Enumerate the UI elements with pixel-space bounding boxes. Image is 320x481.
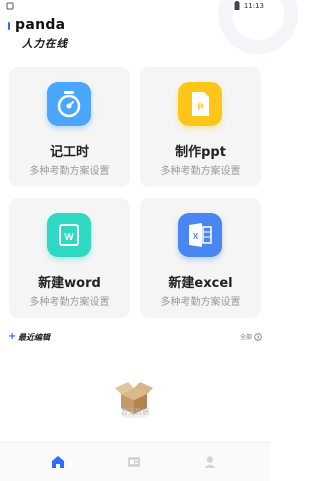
view-all-label: 全部 xyxy=(239,334,252,341)
svg-text:W: W xyxy=(64,232,74,243)
excel-file-icon: X xyxy=(178,213,222,257)
card-title: 制作ppt xyxy=(175,145,226,160)
brand-name: panda xyxy=(15,17,66,33)
card-subtitle: 多种考勤方案设置 xyxy=(29,297,110,308)
tab-profile[interactable] xyxy=(165,443,255,481)
card-title: 新建word xyxy=(38,276,101,291)
recent-section-header: + 最近编辑 全部 xyxy=(8,331,262,345)
stopwatch-icon xyxy=(47,82,91,126)
chevron-right-icon xyxy=(254,332,262,341)
document-icon xyxy=(128,457,140,467)
svg-text:X: X xyxy=(193,232,199,241)
home-icon xyxy=(52,456,64,468)
empty-state-text: 暂无数据 xyxy=(121,408,149,416)
card-new-word[interactable]: W 新建word 多种考勤方案设置 xyxy=(9,198,130,318)
ppt-file-icon: P xyxy=(178,82,222,126)
card-make-ppt[interactable]: P 制作ppt 多种考勤方案设置 xyxy=(140,67,261,187)
app-notification-icon xyxy=(6,2,14,10)
card-title: 记工时 xyxy=(49,145,89,160)
card-record-hours[interactable]: 记工时 多种考勤方案设置 xyxy=(9,67,130,187)
recent-title: 最近编辑 xyxy=(18,333,50,342)
card-subtitle: 多种考勤方案设置 xyxy=(160,166,241,177)
card-subtitle: 多种考勤方案设置 xyxy=(29,166,110,177)
word-file-icon: W xyxy=(47,213,91,257)
brand-slogan: 人力在线 xyxy=(22,38,68,50)
card-title: 新建excel xyxy=(168,276,233,291)
decorative-ring xyxy=(218,0,298,54)
brand-accent-bar xyxy=(8,22,10,30)
plus-icon: + xyxy=(8,331,17,342)
card-subtitle: 多种考勤方案设置 xyxy=(160,297,241,308)
view-all-button[interactable]: 全部 xyxy=(240,332,262,341)
bottom-tab-bar xyxy=(0,442,270,481)
svg-text:P: P xyxy=(197,102,203,112)
person-icon xyxy=(204,456,216,468)
card-new-excel[interactable]: X 新建excel 多种考勤方案设置 xyxy=(140,198,261,318)
